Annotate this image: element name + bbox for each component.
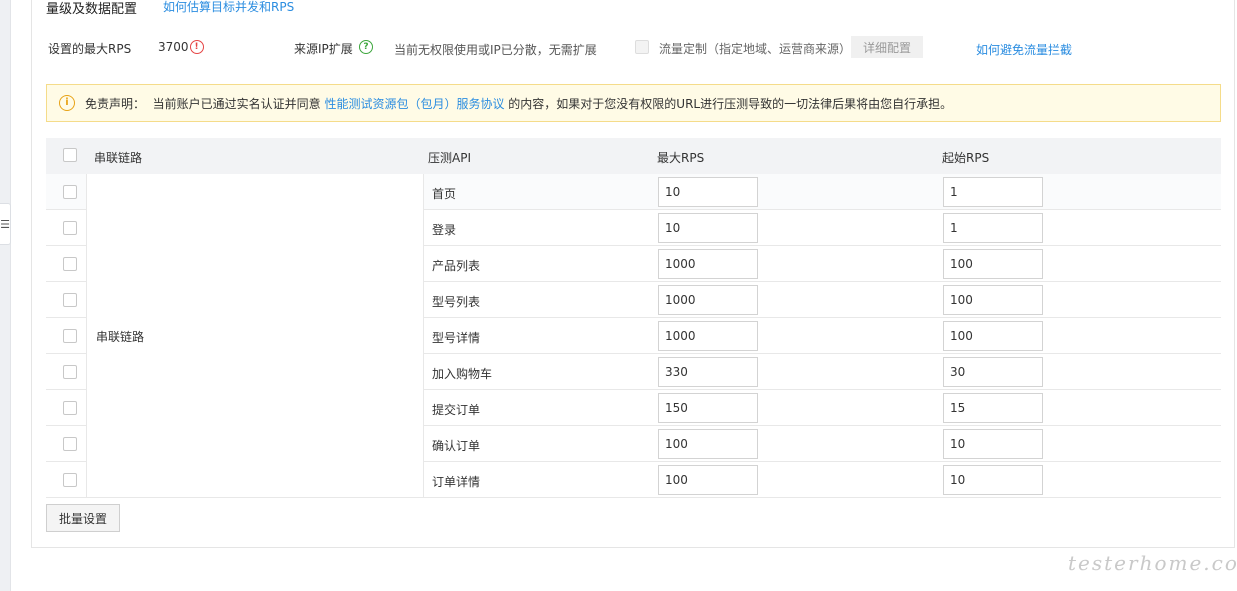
row-checkbox[interactable] <box>63 329 77 343</box>
max-rps-input[interactable] <box>658 249 758 279</box>
start-rps-input[interactable] <box>943 285 1043 315</box>
row-checkbox[interactable] <box>63 437 77 451</box>
api-name: 产品列表 <box>432 259 481 273</box>
agreement-link[interactable]: 性能测试资源包（包月）服务协议 <box>324 95 504 112</box>
row-checkbox[interactable] <box>63 401 77 415</box>
disclaimer-suffix: 的内容，如果对于您没有权限的URL进行压测导致的一切法律后果将由您自行承担。 <box>504 96 953 111</box>
api-name: 加入购物车 <box>432 367 493 381</box>
row-checkbox[interactable] <box>63 365 77 379</box>
info-icon: i <box>59 95 75 111</box>
left-rail <box>0 0 11 591</box>
row-checkbox[interactable] <box>63 221 77 235</box>
batch-set-button[interactable]: 批量设置 <box>46 504 120 532</box>
api-name: 首页 <box>432 187 457 201</box>
start-rps-input[interactable] <box>943 393 1043 423</box>
chain-name: 串联链路 <box>96 330 145 344</box>
max-rps-input[interactable] <box>658 357 758 387</box>
start-rps-input[interactable] <box>943 357 1043 387</box>
max-rps-input[interactable] <box>658 285 758 315</box>
header-api: 压测API <box>428 151 471 165</box>
max-rps-input[interactable] <box>658 465 758 495</box>
row-checkbox[interactable] <box>63 185 77 199</box>
select-all-checkbox[interactable] <box>63 148 77 162</box>
api-name: 登录 <box>432 223 457 237</box>
max-rps-input[interactable] <box>658 393 758 423</box>
ip-expand-note: 当前无权限使用或IP已分散，无需扩展 <box>394 43 597 57</box>
warning-icon[interactable]: ! <box>189 40 204 54</box>
detail-config-button[interactable]: 详细配置 <box>851 36 923 58</box>
flow-custom-label: 流量定制（指定地域、运营商来源） <box>659 42 852 56</box>
header-max-rps: 最大RPS <box>657 151 705 165</box>
watermark: testerhome.com <box>1068 551 1237 575</box>
start-rps-input[interactable] <box>943 465 1043 495</box>
row-checkbox[interactable] <box>63 257 77 271</box>
rps-table: 串联链路 压测API 最大RPS 起始RPS 首页登录产品列表型号列表型号详情加… <box>46 138 1221 498</box>
help-icon[interactable]: ? <box>359 40 373 54</box>
start-rps-input[interactable] <box>943 321 1043 351</box>
row-checkbox[interactable] <box>63 473 77 487</box>
header-start-rps: 起始RPS <box>942 151 990 165</box>
api-name: 订单详情 <box>432 475 481 489</box>
api-name: 型号列表 <box>432 295 481 309</box>
max-rps-label: 设置的最大RPS <box>48 42 132 56</box>
start-rps-input[interactable] <box>943 213 1043 243</box>
avoid-block-link[interactable]: 如何避免流量拦截 <box>976 41 1072 58</box>
api-name: 确认订单 <box>432 439 481 453</box>
header-chain: 串联链路 <box>94 151 143 165</box>
disclaimer-prefix: 免责声明： 当前账户已通过实名认证并同意 <box>85 96 325 111</box>
ip-expand-label: 来源IP扩展 <box>294 42 353 56</box>
max-rps-input[interactable] <box>658 321 758 351</box>
max-rps-input[interactable] <box>658 213 758 243</box>
disclaimer-banner: i 免责声明： 当前账户已通过实名认证并同意 性能测试资源包（包月）服务协议 的… <box>46 84 1221 122</box>
section-title: 量级及数据配置 <box>46 2 138 17</box>
table-body: 首页登录产品列表型号列表型号详情加入购物车提交订单确认订单订单详情 串联链路 <box>46 174 1221 498</box>
table-header: 串联链路 压测API 最大RPS 起始RPS <box>46 138 1221 174</box>
chain-cell: 串联链路 <box>86 174 424 498</box>
estimate-help-link[interactable]: 如何估算目标并发和RPS <box>163 0 294 15</box>
start-rps-input[interactable] <box>943 177 1043 207</box>
flow-custom-checkbox[interactable] <box>635 40 649 54</box>
api-name: 型号详情 <box>432 331 481 345</box>
api-name: 提交订单 <box>432 403 481 417</box>
collapse-handle-icon[interactable]: ☰ <box>0 203 11 245</box>
start-rps-input[interactable] <box>943 249 1043 279</box>
max-rps-value: 3700 <box>158 40 189 54</box>
start-rps-input[interactable] <box>943 429 1043 459</box>
row-checkbox[interactable] <box>63 293 77 307</box>
max-rps-input[interactable] <box>658 429 758 459</box>
max-rps-input[interactable] <box>658 177 758 207</box>
max-rps-value-group: 3700 ! <box>158 40 204 54</box>
